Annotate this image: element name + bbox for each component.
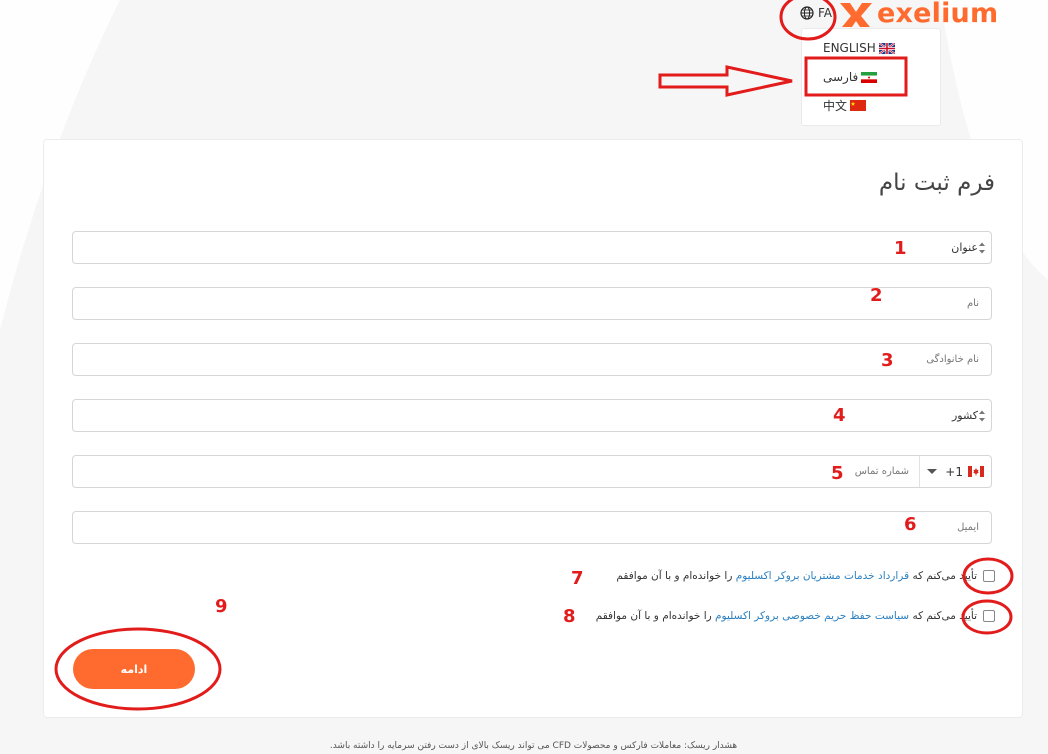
- consent-prefix: تأیید می‌کنم که: [912, 610, 977, 622]
- risk-warning: هشدار ریسک: معاملات فارکس و محصولات CFD …: [329, 741, 738, 751]
- select-arrows-icon: [979, 242, 985, 254]
- language-option-label: 中文: [823, 99, 848, 113]
- privacy-policy-checkbox[interactable]: [983, 610, 995, 622]
- canada-flag-icon: [968, 466, 984, 477]
- consent-privacy-policy: تأیید می‌کنم که سیاست حفظ حریم خصوصی برو…: [596, 610, 995, 622]
- registration-form-card: فرم ثبت نام عنوان نام نام خانوادگی کشور …: [43, 139, 1023, 718]
- select-arrows-icon: [979, 410, 985, 422]
- phone-placeholder: شماره تماس: [854, 466, 909, 477]
- last-name-placeholder: نام خانوادگی: [926, 354, 979, 365]
- language-option-farsi[interactable]: فارسی: [823, 70, 878, 84]
- consent-prefix: تأیید می‌کنم که: [912, 570, 977, 582]
- uk-flag-icon: [878, 42, 895, 54]
- iran-flag-icon: [861, 71, 878, 83]
- consent-text: تأیید می‌کنم که قرارداد خدمات مشتریان بر…: [616, 570, 977, 582]
- annotation-number: 4: [833, 405, 846, 426]
- language-option-label: ENGLISH: [823, 41, 876, 55]
- form-title: فرم ثبت نام: [878, 170, 995, 196]
- annotation-number: 9: [215, 596, 228, 617]
- title-select-label: عنوان: [951, 241, 978, 254]
- consent-suffix: را خوانده‌ام و با آن موافقم: [616, 570, 733, 582]
- annotation-number: 6: [904, 514, 917, 535]
- last-name-input[interactable]: نام خانوادگی: [72, 343, 992, 376]
- first-name-input[interactable]: نام: [72, 287, 992, 320]
- consent-customer-agreement: تأیید می‌کنم که قرارداد خدمات مشتریان بر…: [616, 570, 995, 582]
- email-input[interactable]: ایمیل: [72, 511, 992, 544]
- email-placeholder: ایمیل: [957, 522, 979, 533]
- annotation-number: 8: [563, 606, 576, 627]
- annotation-number: 2: [870, 285, 883, 306]
- consent-text: تأیید می‌کنم که سیاست حفظ حریم خصوصی برو…: [596, 610, 977, 622]
- annotation-number: 1: [894, 238, 907, 259]
- phone-input[interactable]: +1 شماره تماس: [72, 455, 992, 488]
- title-select[interactable]: عنوان: [72, 231, 992, 264]
- annotation-number: 3: [881, 350, 894, 371]
- customer-agreement-checkbox[interactable]: [983, 570, 995, 582]
- annotation-number: 7: [571, 568, 584, 589]
- first-name-placeholder: نام: [966, 298, 979, 309]
- language-option-english[interactable]: ENGLISH: [823, 41, 895, 55]
- language-switcher[interactable]: FA: [800, 6, 832, 20]
- phone-country-code-dropdown[interactable]: +1: [919, 456, 991, 487]
- country-select-label: کشور: [951, 409, 978, 422]
- continue-button[interactable]: ادامه: [73, 649, 195, 689]
- language-menu: ENGLISH فارسی 中文: [801, 28, 941, 126]
- customer-agreement-link[interactable]: قرارداد خدمات مشتریان بروکر اکسلیوم: [736, 570, 909, 582]
- current-language: FA: [818, 6, 833, 20]
- language-option-chinese[interactable]: 中文: [823, 97, 867, 114]
- chevron-down-icon: [927, 469, 938, 474]
- consent-suffix: را خوانده‌ام و با آن موافقم: [595, 610, 712, 622]
- privacy-policy-link[interactable]: سیاست حفظ حریم خصوصی بروکر اکسلیوم: [715, 610, 909, 622]
- language-option-label: فارسی: [823, 70, 859, 84]
- china-flag-icon: [850, 100, 867, 111]
- exelium-logo: exelium: [836, 0, 998, 29]
- globe-icon: [800, 6, 814, 20]
- logo-text: exelium: [877, 0, 999, 29]
- annotation-number: 5: [831, 463, 844, 484]
- phone-country-code: +1: [945, 464, 963, 479]
- logo-mark-icon: [840, 2, 872, 27]
- country-select[interactable]: کشور: [72, 399, 992, 432]
